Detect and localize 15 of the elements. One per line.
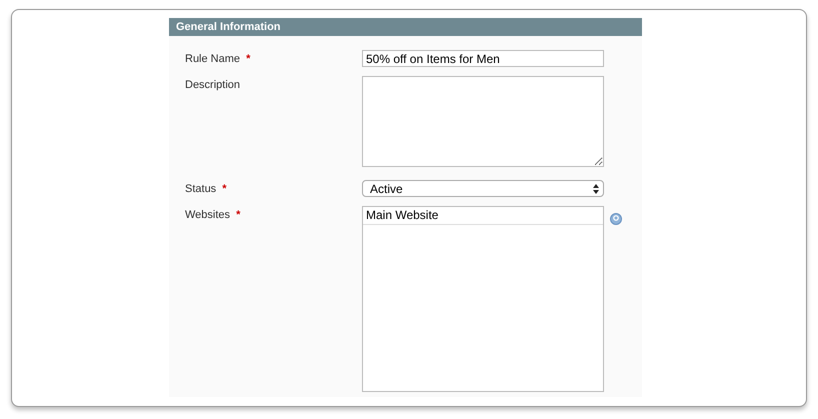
websites-list[interactable]: Main Website xyxy=(362,206,604,392)
help-icon[interactable] xyxy=(610,213,622,225)
description-field[interactable] xyxy=(362,76,604,167)
updown-arrow-icon xyxy=(593,184,599,194)
required-mark: * xyxy=(246,53,250,65)
field-label: Status xyxy=(185,183,216,195)
field-label: Description xyxy=(185,79,240,91)
field-label: Websites xyxy=(185,209,230,221)
section-header: General Information xyxy=(169,18,642,36)
rule-name-field[interactable]: 50% off on Items for Men xyxy=(362,50,604,67)
field-label: Rule Name xyxy=(185,53,240,65)
required-mark: * xyxy=(222,183,227,195)
list-option[interactable]: Main Website xyxy=(363,207,603,225)
status-dropdown[interactable]: Active xyxy=(362,180,604,197)
required-mark: * xyxy=(236,209,240,221)
